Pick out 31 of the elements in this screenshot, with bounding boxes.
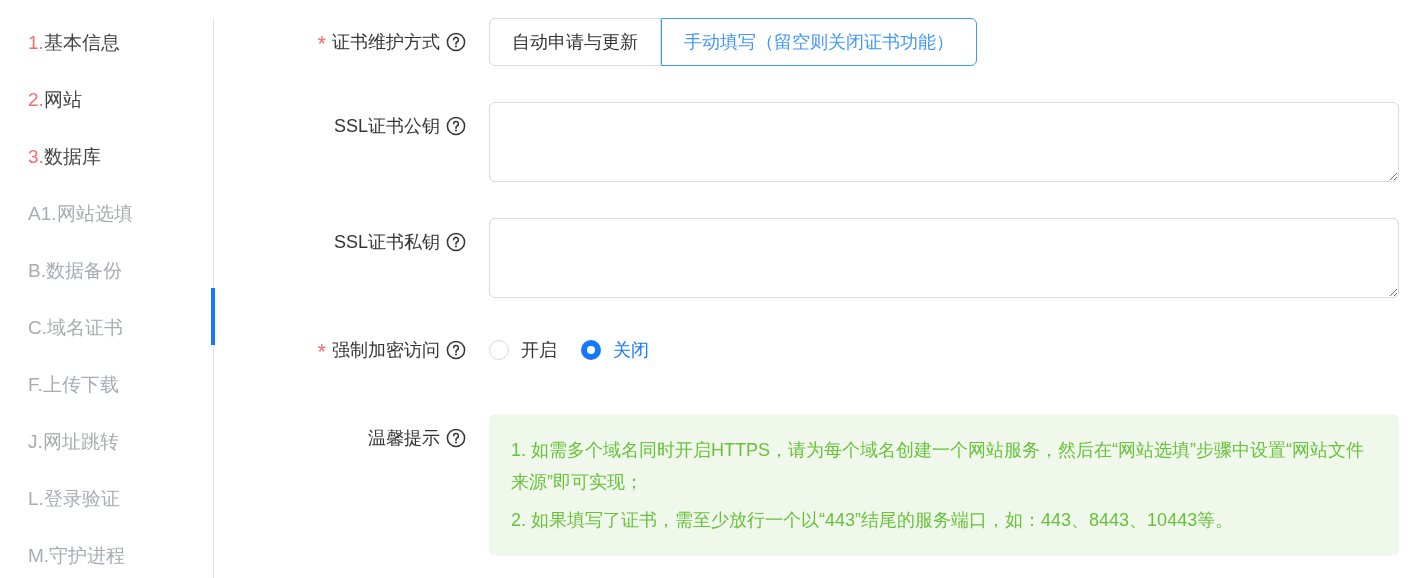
field-label: 强制加密访问 [332,339,440,362]
sidebar-item[interactable]: L.登录验证 [28,486,120,512]
help-icon[interactable] [446,232,466,252]
field-label: 温馨提示 [368,427,440,450]
tip-text: 2. 如果填写了证书，需至少放行一个以“443”结尾的服务端口，如：443、8443、10443等。 [511,509,1235,532]
radio-button[interactable] [581,340,601,360]
sidebar-item[interactable]: A1.网站选填 [28,201,133,227]
sidebar-item[interactable]: B.数据备份 [28,258,122,284]
help-icon[interactable] [446,428,466,448]
required-mark: * [317,30,326,55]
field-label: 证书维护方式 [332,31,440,54]
help-icon[interactable] [446,32,466,52]
field-label: SSL证书公钥 [333,115,440,138]
segment-option[interactable]: 手动填写（留空则关闭证书功能） [661,18,977,66]
sidebar-item[interactable]: 3.数据库 [28,144,101,170]
required-mark: * [317,338,326,363]
input-field[interactable] [489,218,1399,298]
sidebar-item[interactable]: C.域名证书 [28,315,123,341]
field-label: SSL证书私钥 [333,231,440,254]
sidebar-item[interactable]: 2.网站 [28,87,82,113]
sidebar-item[interactable]: J.网址跳转 [28,429,119,455]
help-icon[interactable] [446,116,466,136]
sidebar-item[interactable]: F.上传下载 [28,372,119,398]
sidebar-item[interactable]: 1.基本信息 [28,30,120,56]
segment-option[interactable]: 自动申请与更新 [489,18,661,66]
sidebar-item[interactable]: M.守护进程 [28,543,126,569]
tip-text: 1. 如需多个域名同时开启HTTPS，请为每个域名创建一个网站服务，然后在“网站选填”步骤中设置“网站文件来源”即可实现； [511,439,1365,494]
radio-label[interactable]: 开启 [521,338,557,362]
help-icon[interactable] [446,340,466,360]
radio-label[interactable]: 关闭 [613,338,649,362]
input-field[interactable] [489,102,1399,182]
